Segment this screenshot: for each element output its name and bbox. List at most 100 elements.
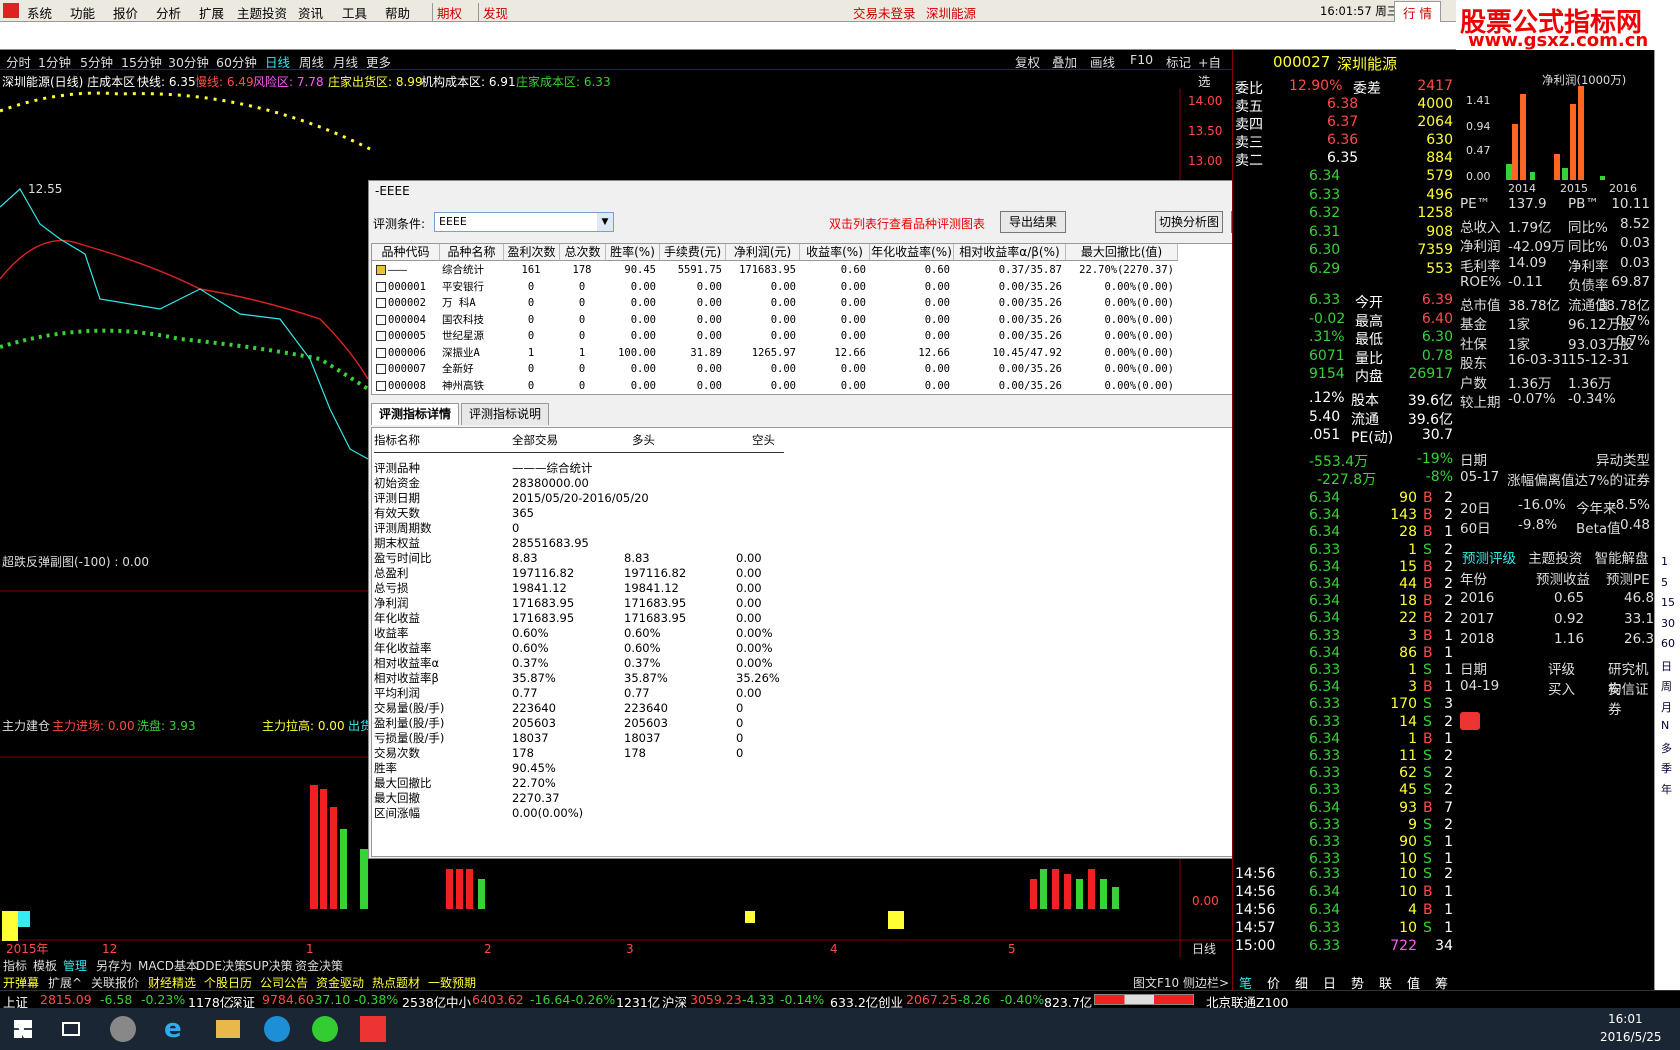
- tf-60min[interactable]: 60分钟: [216, 52, 257, 71]
- menu-theme[interactable]: 主题投资: [237, 3, 287, 22]
- sidebar-item[interactable]: 季: [1661, 760, 1672, 776]
- tab-smart[interactable]: 智能解盘: [1595, 551, 1649, 567]
- col-total[interactable]: 总次数: [560, 244, 606, 261]
- btn-fuquan[interactable]: 复权: [1015, 52, 1040, 71]
- app1-icon[interactable]: [110, 1016, 136, 1042]
- tf-fenshi[interactable]: 分时: [6, 52, 31, 71]
- col-drawdown[interactable]: 最大回撤比(值): [1066, 244, 1178, 261]
- btn-f10-text[interactable]: 图文F10: [1133, 974, 1179, 991]
- menu-help[interactable]: 帮助: [385, 3, 410, 22]
- tab-detail[interactable]: 评测指标详情: [371, 403, 459, 425]
- tab-sup[interactable]: SUP决策: [245, 957, 293, 974]
- col-win[interactable]: 盈利次数: [504, 244, 560, 261]
- result-table[interactable]: 品种代码 品种名称 盈利次数 总次数 胜率(%) 手续费(元) 净利润(元) 收…: [371, 243, 1300, 395]
- tab-macd[interactable]: MACD基本: [138, 957, 198, 974]
- tab-finance[interactable]: 财经精选: [148, 974, 196, 991]
- tab-saveas[interactable]: 另存为: [96, 957, 132, 974]
- tab-fund-drive[interactable]: 资金驱动: [316, 974, 364, 991]
- col-annual[interactable]: 年化收益率(%): [870, 244, 954, 261]
- row-check-icon[interactable]: [376, 331, 386, 341]
- clock-date[interactable]: 2016/5/25: [1600, 1030, 1662, 1044]
- quote-mode-button[interactable]: 行 情: [1394, 1, 1441, 24]
- windows-start-icon[interactable]: [14, 1020, 32, 1038]
- menu-quote[interactable]: 报价: [113, 3, 138, 22]
- col-fee[interactable]: 手续费(元): [660, 244, 726, 261]
- table-row[interactable]: 000005 世纪星源 0 0 0.00 0.00 0.00 0.00 0.00 0.00/35.…: [372, 328, 1284, 344]
- tab-forecast[interactable]: 预测评级: [1462, 551, 1516, 567]
- tab-expand[interactable]: 扩展^: [48, 974, 82, 991]
- menu-extend[interactable]: 扩展: [199, 3, 224, 22]
- sidebar-item[interactable]: 5: [1661, 576, 1668, 589]
- table-row[interactable]: 000007 全新好 0 0 0.00 0.00 0.00 0.00 0.00 0.00/35.2…: [372, 361, 1284, 377]
- sidebar-item[interactable]: 日: [1661, 658, 1672, 674]
- chevron-down-icon[interactable]: ▼: [597, 213, 613, 231]
- tab-notice[interactable]: 公司公告: [260, 974, 308, 991]
- tab-manage[interactable]: 管理: [63, 957, 87, 974]
- tf-1min[interactable]: 1分钟: [38, 52, 71, 71]
- row-check-icon[interactable]: [376, 281, 386, 292]
- menu-tools[interactable]: 工具: [342, 3, 367, 22]
- tf-5min[interactable]: 5分钟: [80, 52, 113, 71]
- tf-30min[interactable]: 30分钟: [168, 52, 209, 71]
- menu-system[interactable]: 系统: [27, 3, 52, 22]
- input-method-icon[interactable]: [1460, 712, 1480, 730]
- tab-related[interactable]: 关联报价: [91, 974, 139, 991]
- row-check-icon[interactable]: [376, 314, 386, 325]
- col-rate[interactable]: 胜率(%): [606, 244, 660, 261]
- col-code[interactable]: 品种代码: [372, 244, 440, 261]
- row-check-icon[interactable]: [376, 380, 386, 391]
- row-check-icon[interactable]: [376, 364, 386, 374]
- tf-day[interactable]: 日线: [265, 52, 290, 71]
- btn-draw[interactable]: 画线: [1090, 52, 1115, 71]
- table-row[interactable]: 000002 万 科A 0 0 0.00 0.00 0.00 0.00 0.00 0.00/35.…: [372, 295, 1284, 311]
- sidebar-item[interactable]: 月: [1661, 699, 1672, 715]
- k-app-icon[interactable]: [264, 1016, 290, 1042]
- browser-icon[interactable]: [312, 1016, 338, 1042]
- table-row[interactable]: 000004 国农科技 0 0 0.00 0.00 0.00 0.00 0.00 0.00/35.…: [372, 312, 1284, 328]
- sidebar-item[interactable]: 年: [1661, 781, 1672, 797]
- table-row[interactable]: 000006 深振业A 1 1 100.00 31.89 1265.97 12.66 12.66…: [372, 345, 1284, 361]
- sidebar-item[interactable]: 周: [1661, 678, 1672, 694]
- col-relative[interactable]: 相对收益率α/β(%): [954, 244, 1066, 261]
- tab-theme[interactable]: 主题投资: [1528, 551, 1582, 567]
- sidebar-item[interactable]: 多: [1661, 740, 1672, 756]
- row-check-icon[interactable]: [376, 265, 386, 275]
- stock-app-icon[interactable]: [360, 1016, 386, 1042]
- tab-fund[interactable]: 资金决策: [295, 957, 343, 974]
- table-row[interactable]: ——— 综合统计 161 178 90.45 5591.75 171683.95 0.60 0.…: [372, 262, 1284, 278]
- btn-overlay[interactable]: 叠加: [1052, 52, 1077, 71]
- cond-select[interactable]: EEEE ▼: [434, 212, 614, 232]
- btn-mark[interactable]: 标记: [1166, 52, 1191, 71]
- menu-discover[interactable]: 发现: [478, 3, 508, 22]
- col-profit[interactable]: 净利润(元): [726, 244, 800, 261]
- sidebar-item[interactable]: N: [1661, 719, 1669, 732]
- address-bar[interactable]: [0, 22, 1680, 50]
- tab-indicator[interactable]: 指标: [3, 957, 27, 974]
- tab-hot[interactable]: 热点题材: [372, 974, 420, 991]
- sidebar-item[interactable]: 15: [1661, 596, 1675, 609]
- menu-news[interactable]: 资讯: [298, 3, 323, 22]
- clock-time[interactable]: 16:01: [1608, 1012, 1643, 1026]
- sidebar-item[interactable]: 60: [1661, 637, 1675, 650]
- col-name[interactable]: 品种名称: [440, 244, 504, 261]
- tf-week[interactable]: 周线: [299, 52, 324, 71]
- tab-template[interactable]: 模板: [33, 957, 57, 974]
- col-return[interactable]: 收益率(%): [800, 244, 870, 261]
- export-button[interactable]: 导出结果: [1000, 211, 1066, 233]
- sidebar-item[interactable]: 1: [1661, 555, 1668, 568]
- row-check-icon[interactable]: [376, 347, 386, 358]
- tab-explain[interactable]: 评测指标说明: [461, 403, 549, 425]
- folder-icon[interactable]: [216, 1020, 240, 1038]
- btn-sidebar[interactable]: 侧边栏>: [1183, 974, 1229, 991]
- switch-chart-button[interactable]: 切换分析图: [1155, 211, 1223, 233]
- row-check-icon[interactable]: [376, 298, 386, 308]
- tf-month[interactable]: 月线: [333, 52, 358, 71]
- tab-consensus[interactable]: 一致预期: [428, 974, 476, 991]
- menu-function[interactable]: 功能: [70, 3, 95, 22]
- task-view-icon[interactable]: [62, 1022, 80, 1036]
- btn-add-watch[interactable]: +自选: [1198, 52, 1232, 90]
- sidebar-item[interactable]: 30: [1661, 617, 1675, 630]
- btn-f10[interactable]: F10: [1130, 52, 1153, 67]
- menu-analysis[interactable]: 分析: [156, 3, 181, 22]
- table-row[interactable]: 000001 平安银行 0 0 0.00 0.00 0.00 0.00 0.00 0.00/35.…: [372, 279, 1284, 295]
